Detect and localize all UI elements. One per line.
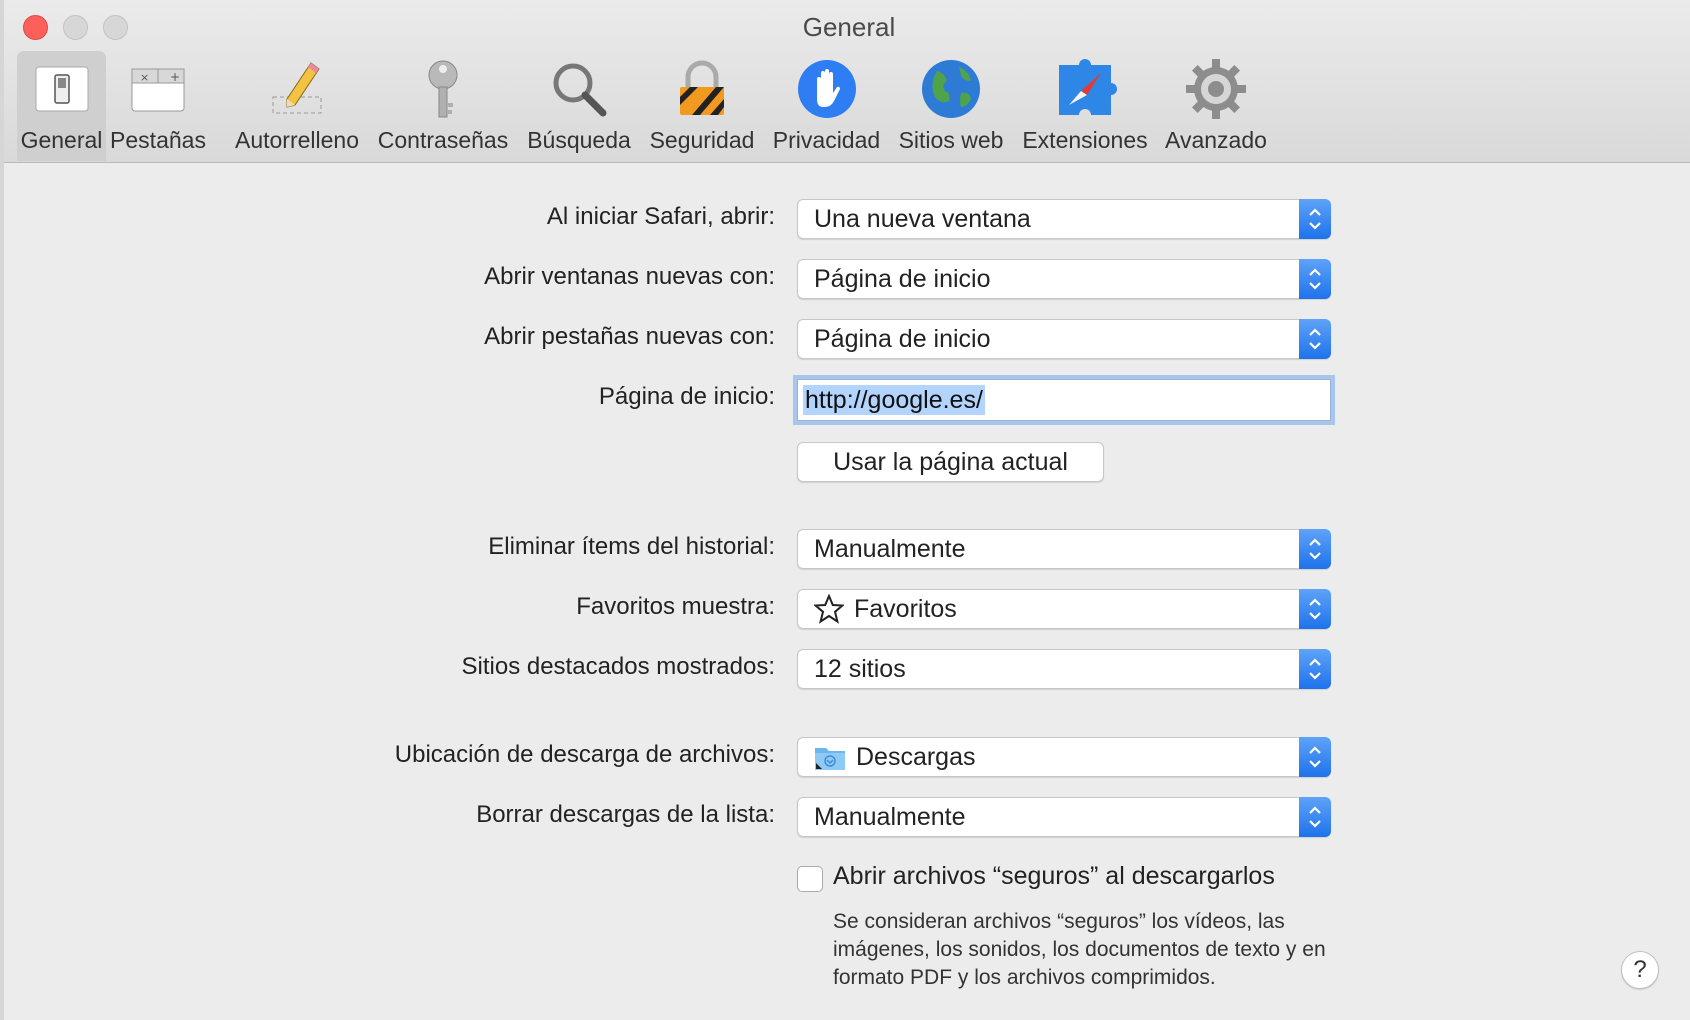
popup-value: Página de inicio [814, 325, 991, 353]
window-title: General [802, 12, 896, 42]
open-safe-files-checkbox[interactable] [797, 866, 823, 892]
favorites-shows-label: Favoritos muestra: [576, 593, 775, 620]
tab-tabs[interactable]: × + Pestañas [110, 51, 206, 161]
safari-opens-popup[interactable]: Una nueva ventana [797, 199, 1331, 239]
tab-extensions[interactable]: Extensiones [1021, 51, 1149, 161]
tab-privacy[interactable]: Privacidad [771, 51, 882, 161]
remove-history-popup[interactable]: Manualmente [797, 529, 1331, 569]
tab-label: Autorrelleno [234, 127, 360, 153]
open-safe-files-help-text: Se consideran archivos “seguros” los víd… [833, 910, 1326, 989]
popup-value: 12 sitios [814, 655, 906, 683]
gear-icon [1186, 59, 1246, 119]
updown-arrows-icon [1299, 199, 1331, 239]
use-current-page-button[interactable]: Usar la página actual [797, 442, 1104, 482]
tab-label: Privacidad [772, 127, 881, 153]
remove-downloads-popup[interactable]: Manualmente [797, 797, 1331, 837]
hand-icon [797, 60, 856, 118]
tab-label: Contraseñas [377, 127, 509, 153]
popup-value: Descargas [856, 743, 976, 771]
remove-downloads-label: Borrar descargas de la lista: [476, 801, 775, 828]
svg-text:×: × [140, 71, 149, 84]
tab-label: Pestañas [110, 127, 206, 153]
updown-arrows-icon [1299, 319, 1331, 359]
homepage-value: http://google.es/ [803, 385, 985, 415]
homepage-label: Página de inicio: [598, 383, 775, 410]
title-toolbar: General General × + Pestañas Autorrellen… [4, 0, 1690, 163]
tab-autofill[interactable]: Autorrelleno [233, 51, 361, 161]
tab-general[interactable]: General [17, 51, 106, 161]
globe-icon [922, 60, 980, 118]
general-switch-icon [35, 66, 88, 112]
new-tabs-label: Abrir pestañas nuevas con: [484, 323, 775, 350]
downloads-folder-icon [815, 748, 845, 770]
updown-arrows-icon [1299, 529, 1331, 569]
svg-text:+: + [170, 70, 180, 84]
tab-label: Extensiones [1022, 127, 1148, 153]
popup-value-row: Favoritos [814, 590, 957, 628]
tab-websites[interactable]: Sitios web [897, 51, 1005, 161]
tab-label: Avanzado [1165, 127, 1267, 153]
remove-history-label: Eliminar ítems del historial: [488, 533, 775, 560]
tab-label: Sitios web [898, 127, 1004, 153]
tab-label: General [20, 127, 103, 153]
preferences-window: General General × + Pestañas Autorrellen… [0, 0, 1690, 1020]
updown-arrows-icon [1299, 259, 1331, 299]
key-icon [428, 60, 458, 118]
updown-arrows-icon [1299, 649, 1331, 689]
homepage-input[interactable]: http://google.es/ [797, 379, 1331, 421]
favorites-shows-popup[interactable]: Favoritos [797, 589, 1331, 629]
updown-arrows-icon [1299, 589, 1331, 629]
tab-label: Búsqueda [527, 127, 631, 153]
popup-value-row: Descargas [814, 738, 976, 776]
pencil-icon [272, 62, 322, 114]
tab-passwords[interactable]: Contraseñas [377, 51, 509, 161]
tab-security[interactable]: Seguridad [648, 51, 756, 161]
popup-value: Una nueva ventana [814, 205, 1031, 233]
puzzle-compass-icon [1059, 59, 1117, 115]
tab-search[interactable]: Búsqueda [525, 51, 633, 161]
popup-value: Página de inicio [814, 265, 991, 293]
tabs-icon: × + [131, 68, 185, 112]
updown-arrows-icon [1299, 737, 1331, 777]
magnifier-icon [553, 63, 607, 117]
new-windows-label: Abrir ventanas nuevas con: [484, 263, 775, 290]
star-icon [814, 594, 844, 624]
download-location-popup[interactable]: Descargas [797, 737, 1331, 777]
download-location-label: Ubicación de descarga de archivos: [394, 741, 775, 768]
padlock-icon [680, 60, 724, 115]
new-windows-popup[interactable]: Página de inicio [797, 259, 1331, 299]
top-sites-popup[interactable]: 12 sitios [797, 649, 1331, 689]
new-tabs-popup[interactable]: Página de inicio [797, 319, 1331, 359]
updown-arrows-icon [1299, 797, 1331, 837]
open-safe-files-label[interactable]: Abrir archivos “seguros” al descargarlos [833, 862, 1275, 891]
popup-value: Manualmente [814, 803, 966, 831]
tab-label: Seguridad [649, 127, 755, 153]
help-button[interactable]: ? [1621, 951, 1659, 989]
top-sites-label: Sitios destacados mostrados: [461, 653, 776, 680]
popup-value: Manualmente [814, 535, 966, 563]
popup-value: Favoritos [854, 595, 957, 623]
safari-opens-label: Al iniciar Safari, abrir: [546, 203, 775, 230]
tab-advanced[interactable]: Avanzado [1164, 51, 1268, 161]
